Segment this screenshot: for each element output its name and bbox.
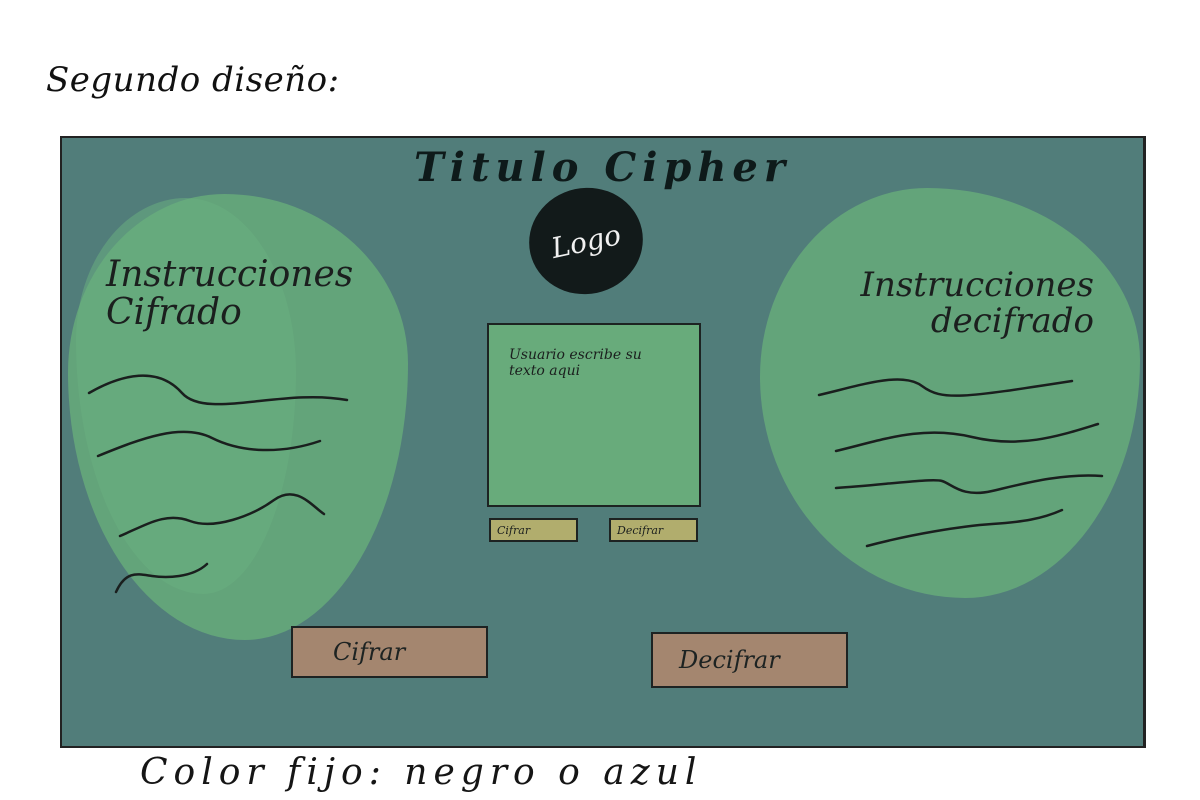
app-title: Titulo Cipher xyxy=(414,144,791,191)
app-mockup-frame: Titulo Cipher Logo Instrucciones Cifrado… xyxy=(60,136,1146,748)
logo-circle-icon: Logo xyxy=(519,177,653,305)
encrypt-button[interactable]: Cifrar xyxy=(291,626,488,678)
decrypt-instructions-title: Instrucciones decifrado xyxy=(860,265,1094,341)
decrypt-small-button[interactable]: Decifrar xyxy=(609,518,698,542)
decrypt-button[interactable]: Decifrar xyxy=(651,632,848,688)
decrypt-instructions-panel xyxy=(760,188,1140,598)
encrypt-small-button[interactable]: Cifrar xyxy=(489,518,578,542)
encrypt-instructions-title: Instrucciones Cifrado xyxy=(106,254,354,333)
sketch-note: Color fijo: negro o azul xyxy=(140,752,703,793)
text-input-area[interactable] xyxy=(487,323,701,507)
sketch-heading: Segundo diseño: xyxy=(46,60,340,100)
